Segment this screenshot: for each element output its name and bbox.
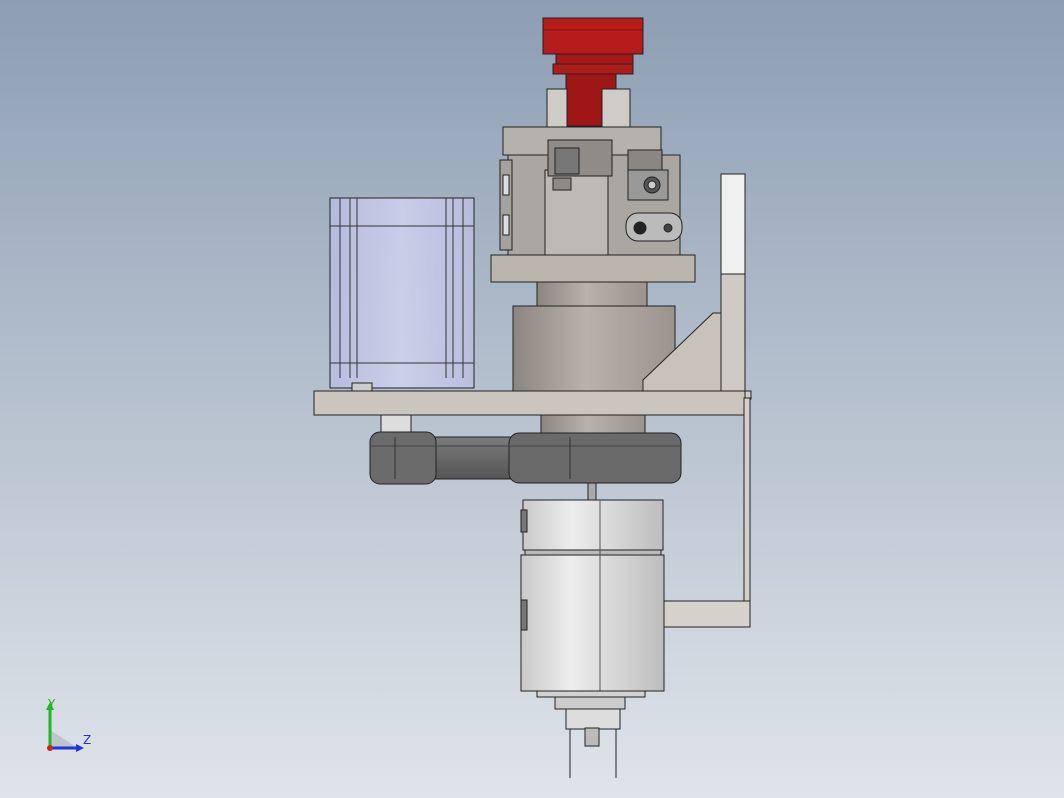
- vertical-rod: [743, 397, 751, 627]
- motor-pulley: [380, 414, 412, 434]
- cap-support-right: [601, 88, 631, 128]
- x-axis-dot: [47, 745, 53, 751]
- cap-support-left: [546, 88, 568, 128]
- y-axis-label: Y: [48, 697, 56, 711]
- lower-shaft: [540, 414, 646, 436]
- mounting-plate[interactable]: [313, 390, 749, 416]
- rotary-cylinder[interactable]: [520, 499, 665, 698]
- timing-belt[interactable]: [369, 431, 682, 485]
- upper-flange: [490, 254, 696, 283]
- side-bracket-lower: [720, 273, 746, 393]
- side-bracket-upper: [720, 173, 746, 275]
- coordinate-triad: Y Z: [40, 696, 100, 758]
- z-axis-label: Z: [83, 733, 92, 747]
- gripper-housing[interactable]: [499, 126, 683, 257]
- cad-viewport[interactable]: [0, 0, 1064, 798]
- stepper-motor[interactable]: [329, 197, 475, 392]
- coupling-shaft: [587, 482, 597, 502]
- upper-shaft: [536, 281, 648, 307]
